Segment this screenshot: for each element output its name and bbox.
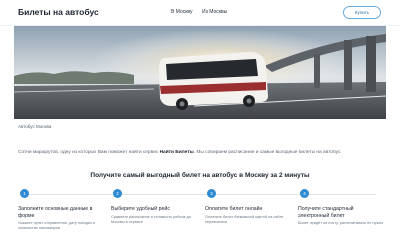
nav-link-from-moscow[interactable]: Из Москвы (202, 9, 227, 15)
intro-text-after: . Мы собираем расписание и самые выгодны… (193, 150, 342, 155)
site-header: Билеты на автобус В Москву Из Москвы Куп… (0, 0, 400, 26)
step-2: 2 Выберите удобный рейс Сравните расписа… (111, 189, 199, 225)
step-description: Сравните расписание и стоимость рейсов д… (111, 214, 191, 224)
site-logo[interactable]: Билеты на автобус (18, 7, 99, 17)
step-description: Укажите пункт отправления, дату поездки … (18, 221, 95, 230)
step-1: 1 Заполните основные данные в форме Укаж… (18, 189, 106, 231)
step-title: Оплатите билет онлайн (205, 206, 263, 212)
step-description: Билет придёт на почту, распечатывать не … (298, 221, 384, 225)
step-3: 3 Оплатите билет онлайн Оплатите билет б… (205, 189, 293, 225)
step-number-badge: 3 (207, 189, 216, 198)
hero-image (14, 26, 386, 119)
hero-caption: Автобус Москва (18, 124, 52, 129)
header-cta-button[interactable]: Купить (343, 6, 381, 19)
intro-text-before: Сотни маршрутов, одну из которых Вам пом… (18, 150, 160, 155)
intro-brand[interactable]: Найти Билеты (160, 150, 194, 155)
step-title: Выберите удобный рейс (111, 206, 170, 212)
step-number-badge: 1 (20, 189, 29, 198)
step-description: Оплатите билет банковской картой на сайт… (205, 214, 284, 224)
step-number-badge: 4 (300, 189, 309, 198)
step-4: 4 Получите стандартный электронный билет… (298, 189, 386, 226)
step-title: Получите стандартный электронный билет (298, 206, 354, 219)
section-heading: Получите самый выгодный билет на автобус… (90, 172, 310, 179)
nav-link-to-moscow[interactable]: В Москву (171, 9, 192, 15)
page: Билеты на автобус В Москву Из Москвы Куп… (0, 0, 400, 250)
step-number-badge: 2 (113, 189, 122, 198)
hero-bus-photo (14, 26, 386, 119)
step-title: Заполните основные данные в форме (18, 206, 93, 219)
bus-shape (159, 52, 268, 110)
intro-text: Сотни маршрутов, одну из которых Вам пом… (18, 150, 382, 155)
